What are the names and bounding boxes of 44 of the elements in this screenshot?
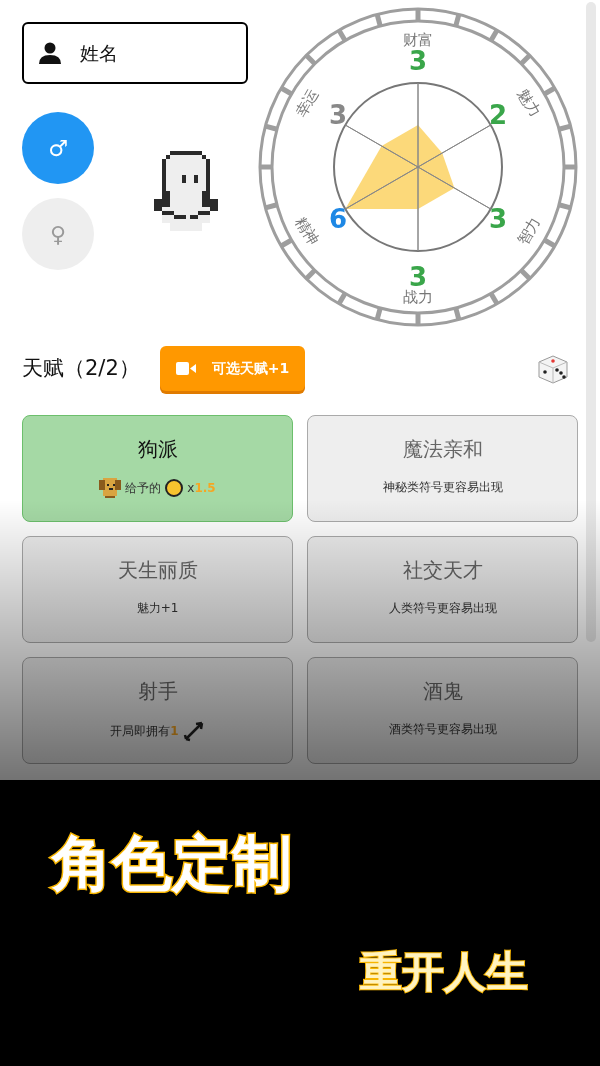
stat-value: 2 bbox=[489, 100, 508, 130]
talent-card[interactable]: 社交天才 人类符号更容易出现 bbox=[307, 536, 578, 643]
talent-description: 开局即拥有 bbox=[110, 723, 171, 740]
talent-card[interactable]: 酒鬼 酒类符号更容易出现 bbox=[307, 657, 578, 764]
stat-value: 3 bbox=[489, 204, 508, 234]
name-field[interactable]: 姓名 bbox=[22, 22, 248, 84]
gender-button[interactable]: ♂ bbox=[22, 112, 94, 184]
talent-description: 魅力+1 bbox=[136, 600, 179, 617]
stat-label: 战力 bbox=[403, 288, 433, 306]
gender-button[interactable]: ♀ bbox=[22, 198, 94, 270]
talent-card[interactable]: 魔法亲和 神秘类符号更容易出现 bbox=[307, 415, 578, 522]
stat-value: 6 bbox=[328, 204, 347, 234]
scrollbar[interactable] bbox=[586, 2, 596, 642]
video-camera-icon bbox=[175, 362, 196, 375]
talent-description: 给予的 bbox=[125, 480, 162, 497]
talent-description: 神秘类符号更容易出现 bbox=[382, 479, 503, 496]
stat-label: 精神 bbox=[291, 213, 323, 249]
talent-name: 射手 bbox=[137, 678, 178, 705]
talent-name: 社交天才 bbox=[402, 557, 483, 584]
promo-caption: 角色定制 bbox=[52, 827, 292, 900]
talent-name: 狗派 bbox=[137, 436, 178, 463]
stat-label: 魅力 bbox=[513, 85, 545, 121]
coin-icon bbox=[165, 479, 184, 497]
talent-description: 酒类符号更容易出现 bbox=[388, 721, 497, 738]
stat-label: 幸运 bbox=[291, 85, 323, 121]
stat-label: 财富 bbox=[403, 31, 433, 49]
promo-caption: 重开人生 bbox=[360, 946, 528, 998]
person-icon bbox=[38, 42, 62, 64]
talent-description: 人类符号更容易出现 bbox=[388, 600, 497, 617]
talent-description: x bbox=[187, 480, 195, 497]
arrow-icon bbox=[182, 720, 205, 742]
talent-card[interactable]: 狗派 给予的 x1.5 bbox=[22, 415, 293, 522]
talent-name: 魔法亲和 bbox=[402, 436, 483, 463]
bonus-value: 1 bbox=[170, 723, 179, 740]
stat-value: 3 bbox=[328, 100, 347, 130]
talent-name: 天生丽质 bbox=[117, 557, 198, 584]
talent-card[interactable]: 天生丽质 魅力+1 bbox=[22, 536, 293, 643]
dog-icon bbox=[99, 478, 122, 498]
talent-name: 酒鬼 bbox=[422, 678, 463, 705]
bonus-value: 1.5 bbox=[194, 480, 216, 497]
stat-value: 3 bbox=[408, 46, 428, 76]
stat-label: 智力 bbox=[513, 213, 545, 249]
talents-heading: 天赋（2/2） bbox=[22, 354, 140, 382]
talent-card[interactable]: 射手 开局即拥有1 bbox=[22, 657, 293, 764]
